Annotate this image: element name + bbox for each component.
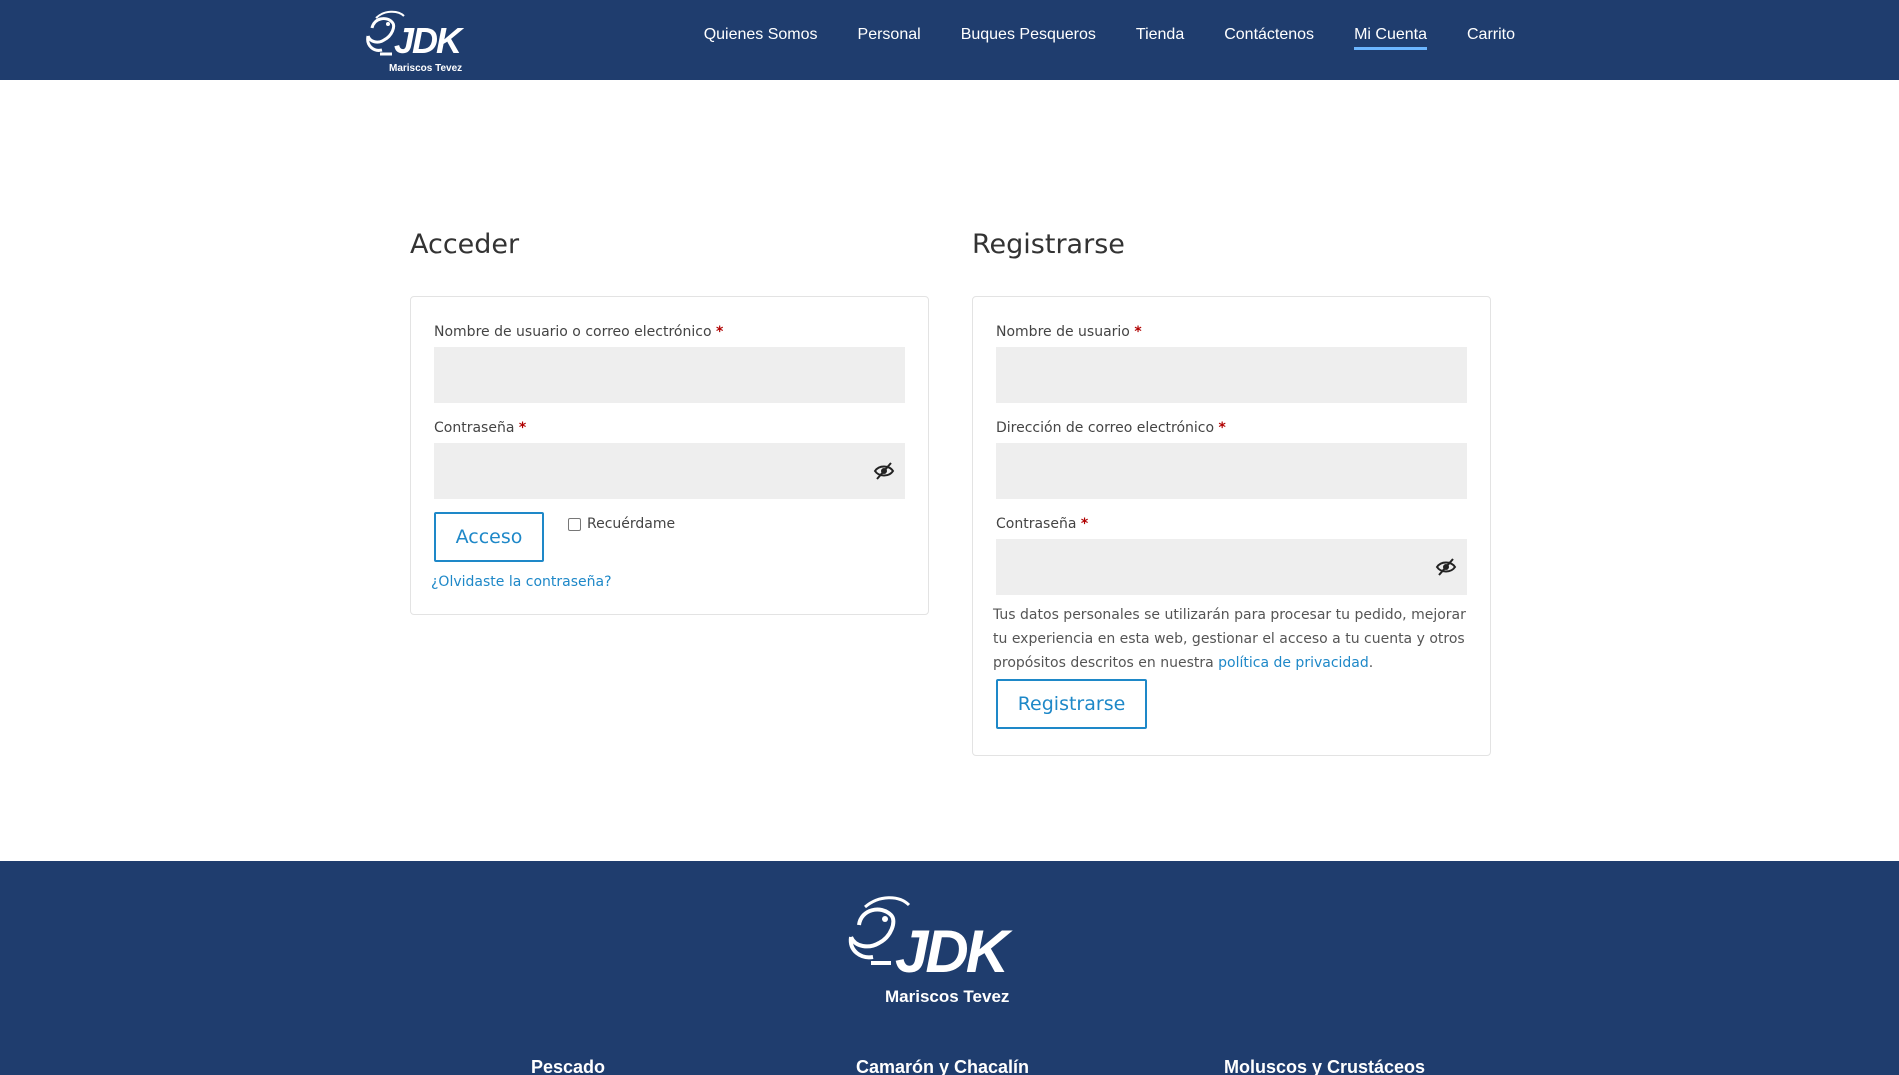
logo-text: JDK [394,20,462,61]
site-footer: JDK Mariscos Tevez Pescado Camarón y Cha… [0,861,1899,1075]
nav-tienda[interactable]: Tienda [1136,26,1184,50]
logo-subtitle: Mariscos Tevez [389,63,463,74]
login-username-input[interactable] [434,347,905,403]
footer-category-pescado[interactable]: Pescado [531,1057,605,1075]
register-email-input[interactable] [996,443,1467,499]
remember-me-label[interactable]: Recuérdame [587,516,675,532]
nav-contactenos[interactable]: Contáctenos [1224,26,1314,50]
site-header: JDK Mariscos Tevez Quienes Somos Persona… [0,0,1899,80]
site-logo[interactable]: JDK Mariscos Tevez [362,6,492,76]
eye-slash-icon[interactable] [873,461,895,481]
nav-buques-pesqueros[interactable]: Buques Pesqueros [961,26,1096,50]
footer-category-camaron[interactable]: Camarón y Chacalín [856,1057,1029,1075]
nav-quienes-somos[interactable]: Quienes Somos [704,26,818,50]
privacy-notice: Tus datos personales se utilizarán para … [993,607,1466,671]
register-username-input[interactable] [996,347,1467,403]
register-password-input[interactable] [996,539,1467,595]
footer-logo-subtitle: Mariscos Tevez [885,987,1010,1006]
footer-logo-text: JDK [895,918,1009,985]
privacy-policy-link[interactable]: política de privacidad [1218,655,1369,671]
lost-password-link[interactable]: ¿Olvidaste la contraseña? [431,574,612,590]
footer-logo[interactable]: JDK Mariscos Tevez [843,891,1058,1011]
register-submit-button[interactable]: Registrarse [996,679,1147,729]
login-username-label: Nombre de usuario o correo electrónico * [434,324,724,340]
register-password-label: Contraseña * [996,516,1089,532]
footer-category-moluscos[interactable]: Moluscos y Crustáceos [1224,1057,1425,1075]
register-email-label: Dirección de correo electrónico * [996,420,1226,436]
register-username-label: Nombre de usuario * [996,324,1142,340]
main-nav: Quienes Somos Personal Buques Pesqueros … [704,26,1515,50]
remember-me-checkbox[interactable] [568,518,581,531]
nav-personal[interactable]: Personal [858,26,921,50]
login-title: Acceder [410,229,520,260]
nav-mi-cuenta[interactable]: Mi Cuenta [1354,26,1427,50]
eye-slash-icon[interactable] [1435,557,1457,577]
login-submit-button[interactable]: Acceso [434,512,544,562]
register-title: Registrarse [972,229,1125,260]
nav-carrito[interactable]: Carrito [1467,26,1515,50]
login-password-input[interactable] [434,443,905,499]
login-password-label: Contraseña * [434,420,527,436]
